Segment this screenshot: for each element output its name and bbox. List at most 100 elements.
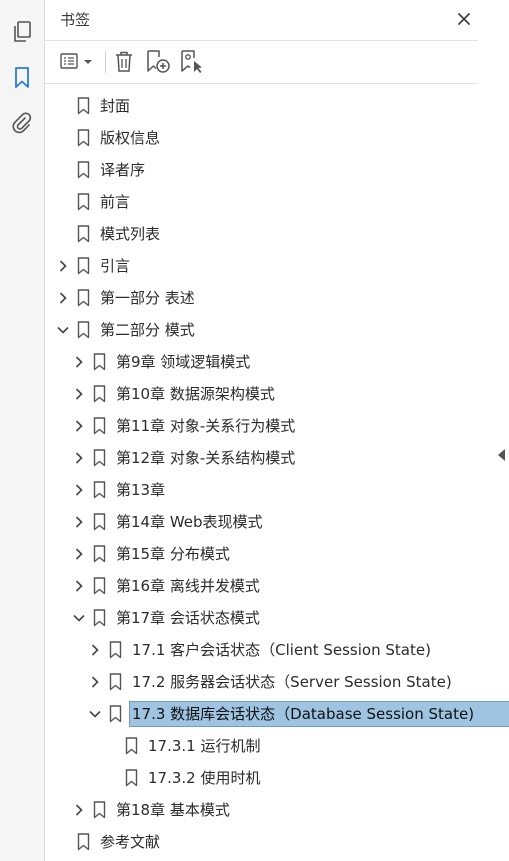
bookmark-icon bbox=[109, 705, 123, 723]
bookmark-icon[interactable] bbox=[8, 64, 36, 92]
expand-chevron-icon[interactable] bbox=[87, 642, 103, 658]
bookmark-icon bbox=[93, 353, 107, 371]
bookmark-label: 前言 bbox=[100, 193, 131, 211]
bookmark-label: 第一部分 表述 bbox=[100, 289, 195, 307]
bookmark-icon bbox=[125, 769, 139, 787]
find-bookmark-icon bbox=[181, 50, 202, 73]
collapse-arrow-icon bbox=[498, 449, 505, 461]
bookmark-icon bbox=[93, 577, 107, 595]
bookmark-label: 版权信息 bbox=[100, 129, 161, 147]
bookmark-icon bbox=[93, 385, 107, 403]
bookmark-label: 第12章 对象-关系结构模式 bbox=[116, 449, 296, 467]
bookmark-item[interactable]: 封面 bbox=[55, 93, 133, 119]
bookmark-label: 第9章 领域逻辑模式 bbox=[116, 353, 251, 371]
collapse-panel-button[interactable] bbox=[495, 440, 509, 470]
expand-chevron-icon[interactable] bbox=[71, 546, 87, 562]
expand-chevron-icon[interactable] bbox=[71, 514, 87, 530]
expand-chevron-icon[interactable] bbox=[87, 674, 103, 690]
bookmark-item[interactable]: 译者序 bbox=[55, 157, 148, 183]
bookmark-item[interactable]: 17.3 数据库会话状态（Database Session State) bbox=[87, 701, 509, 727]
close-icon bbox=[458, 13, 470, 25]
bookmarks-toolbar bbox=[45, 40, 478, 84]
expand-chevron-icon[interactable] bbox=[71, 450, 87, 466]
bookmark-label: 17.2 服务器会话状态（Server Session State) bbox=[132, 673, 452, 691]
bookmark-item[interactable]: 前言 bbox=[55, 189, 133, 215]
bookmark-icon bbox=[77, 225, 91, 243]
bookmark-label: 封面 bbox=[100, 97, 131, 115]
bookmark-icon bbox=[93, 801, 107, 819]
options-menu-button[interactable] bbox=[59, 49, 99, 75]
delete-bookmark-button[interactable] bbox=[111, 49, 137, 75]
options-menu-icon bbox=[60, 53, 92, 69]
bookmark-icon bbox=[93, 545, 107, 563]
collapse-chevron-icon[interactable] bbox=[55, 322, 71, 338]
bookmark-label: 第17章 会话状态模式 bbox=[116, 609, 260, 627]
bookmark-item[interactable]: 第二部分 模式 bbox=[55, 317, 198, 343]
bookmark-label: 模式列表 bbox=[100, 225, 161, 243]
bookmark-icon bbox=[77, 833, 91, 851]
bookmark-label: 17.1 客户会话状态（Client Session State) bbox=[132, 641, 431, 659]
bookmark-item[interactable]: 第11章 对象-关系行为模式 bbox=[71, 413, 298, 439]
bookmark-item[interactable]: 第9章 领域逻辑模式 bbox=[71, 349, 253, 375]
attachment-icon[interactable] bbox=[8, 110, 36, 138]
bookmark-item[interactable]: 第17章 会话状态模式 bbox=[71, 605, 263, 631]
expand-chevron-icon[interactable] bbox=[55, 258, 71, 274]
bookmark-item[interactable]: 第12章 对象-关系结构模式 bbox=[71, 445, 298, 471]
bookmark-label: 第二部分 模式 bbox=[100, 321, 195, 339]
bookmark-icon bbox=[77, 321, 91, 339]
pages-icon[interactable] bbox=[8, 18, 36, 46]
find-bookmark-button[interactable] bbox=[179, 49, 205, 75]
bookmark-item[interactable]: 17.2 服务器会话状态（Server Session State) bbox=[87, 669, 455, 695]
bookmark-item[interactable]: 第13章 bbox=[71, 477, 168, 503]
expand-chevron-icon[interactable] bbox=[55, 290, 71, 306]
expand-chevron-icon[interactable] bbox=[71, 482, 87, 498]
bookmark-label: 第11章 对象-关系行为模式 bbox=[116, 417, 296, 435]
collapse-chevron-icon[interactable] bbox=[71, 610, 87, 626]
bookmark-item[interactable]: 第10章 数据源架构模式 bbox=[71, 381, 278, 407]
expand-chevron-icon[interactable] bbox=[71, 418, 87, 434]
bookmark-icon bbox=[109, 641, 123, 659]
bookmark-item[interactable]: 第14章 Web表现模式 bbox=[71, 509, 266, 535]
bookmark-label: 17.3.1 运行机制 bbox=[148, 737, 261, 755]
bookmark-icon bbox=[77, 129, 91, 147]
expand-chevron-icon[interactable] bbox=[71, 802, 87, 818]
bookmark-item[interactable]: 第18章 基本模式 bbox=[71, 797, 233, 823]
expand-chevron-icon[interactable] bbox=[71, 578, 87, 594]
new-bookmark-button[interactable] bbox=[145, 49, 171, 75]
bookmark-icon bbox=[125, 737, 139, 755]
bookmark-item[interactable]: 第16章 离线并发模式 bbox=[71, 573, 263, 599]
bookmark-item[interactable]: 版权信息 bbox=[55, 125, 163, 151]
navigation-rail bbox=[0, 0, 45, 861]
bookmark-item[interactable]: 17.1 客户会话状态（Client Session State) bbox=[87, 637, 434, 663]
bookmark-icon bbox=[93, 513, 107, 531]
collapse-chevron-icon[interactable] bbox=[87, 706, 103, 722]
expand-chevron-icon[interactable] bbox=[71, 354, 87, 370]
bookmark-item[interactable]: 参考文献 bbox=[55, 829, 163, 855]
expand-chevron-icon[interactable] bbox=[71, 386, 87, 402]
bookmark-item[interactable]: 第15章 分布模式 bbox=[71, 541, 233, 567]
bookmark-item[interactable]: 引言 bbox=[55, 253, 133, 279]
bookmark-icon bbox=[77, 257, 91, 275]
bookmark-label: 第13章 bbox=[116, 481, 166, 499]
bookmark-icon bbox=[77, 193, 91, 211]
bookmark-item[interactable]: 第一部分 表述 bbox=[55, 285, 198, 311]
bookmark-icon bbox=[77, 161, 91, 179]
bookmark-item[interactable]: 17.3.1 运行机制 bbox=[103, 733, 263, 759]
bookmark-icon bbox=[77, 289, 91, 307]
bookmark-item[interactable]: 模式列表 bbox=[55, 221, 163, 247]
close-panel-button[interactable] bbox=[453, 8, 475, 30]
bookmark-label: 译者序 bbox=[100, 161, 146, 179]
bookmark-label: 引言 bbox=[100, 257, 131, 275]
bookmark-icon bbox=[93, 417, 107, 435]
bookmark-item[interactable]: 17.3.2 使用时机 bbox=[103, 765, 263, 791]
bookmark-label: 17.3 数据库会话状态（Database Session State) bbox=[128, 701, 509, 727]
bookmark-icon bbox=[109, 673, 123, 691]
bookmark-label: 第15章 分布模式 bbox=[116, 545, 230, 563]
bookmark-label: 第16章 离线并发模式 bbox=[116, 577, 260, 595]
delete-bookmark-icon bbox=[116, 51, 132, 72]
